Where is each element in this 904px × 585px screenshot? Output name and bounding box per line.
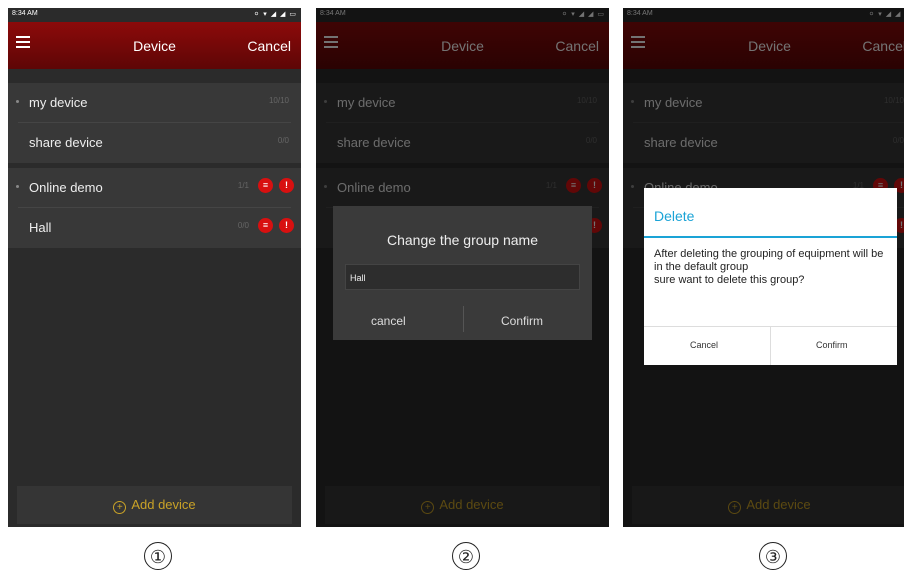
add-device-label: Add device	[131, 497, 196, 512]
delete-group-dialog: Delete After deleting the grouping of eq…	[644, 188, 897, 365]
dialog-cancel-button[interactable]: cancel	[371, 314, 406, 328]
group-count: 0/0	[277, 136, 289, 145]
status-time: 8:34 AM	[12, 10, 38, 17]
phone-screen-2: 8:34 AM ⚪ ▾ ◢ ◢ ▭ Device Cancel my devic…	[316, 8, 609, 527]
delete-group-icon[interactable]: !	[279, 218, 294, 233]
group-label: Online demo	[29, 180, 103, 195]
dialog-message: After deleting the grouping of equipment…	[654, 248, 884, 286]
step-marker-2: ②	[452, 542, 480, 570]
step-marker-3: ③	[759, 542, 787, 570]
group-label: my device	[29, 95, 88, 110]
title-underline	[644, 236, 897, 238]
edit-group-icon[interactable]: ≡	[258, 178, 273, 193]
dialog-cancel-button[interactable]: Cancel	[690, 340, 718, 350]
group-label: Hall	[29, 220, 52, 235]
dialog-title: Change the group name	[387, 232, 538, 248]
group-count: 0/0	[237, 221, 249, 230]
group-section-default: my device 10/10 share device 0/0	[8, 83, 301, 163]
dialog-confirm-button[interactable]: Confirm	[816, 340, 848, 350]
group-label: share device	[29, 135, 103, 150]
delete-group-icon[interactable]: !	[279, 178, 294, 193]
dialog-confirm-button[interactable]: Confirm	[501, 314, 543, 328]
dialog-title: Delete	[654, 208, 695, 224]
app-bar: Device Cancel	[8, 22, 301, 69]
add-circle-icon: +	[113, 501, 127, 514]
button-divider	[770, 326, 771, 365]
expand-bullet-icon	[16, 185, 19, 188]
status-icons: ⚪ ▾ ◢ ◢ ▭	[253, 11, 297, 18]
group-name-input[interactable]: Hall	[345, 264, 580, 290]
status-bar: 8:34 AM ⚪ ▾ ◢ ◢ ▭	[8, 8, 301, 22]
phone-screen-3: 8:34 AM ⚪ ▾ ◢ ◢ ▭ Device Cancel my devic…	[623, 8, 904, 527]
group-row-online-demo[interactable]: Online demo 1/1 ≡ !	[8, 168, 301, 206]
group-row-share-device[interactable]: share device 0/0	[8, 123, 301, 161]
phone-screen-1: 8:34 AM ⚪ ▾ ◢ ◢ ▭ Device Cancel my devic…	[8, 8, 301, 527]
group-row-hall[interactable]: Hall 0/0 ≡ !	[8, 208, 301, 246]
cancel-button[interactable]: Cancel	[247, 38, 291, 54]
group-count: 10/10	[268, 96, 289, 105]
rename-group-dialog: Change the group name Hall cancel Confir…	[333, 206, 592, 340]
group-count: 1/1	[237, 181, 249, 190]
edit-group-icon[interactable]: ≡	[258, 218, 273, 233]
button-divider	[463, 306, 464, 332]
step-marker-1: ①	[144, 542, 172, 570]
group-row-my-device[interactable]: my device 10/10	[8, 83, 301, 121]
expand-bullet-icon	[16, 100, 19, 103]
add-device-button[interactable]: + Add device	[17, 486, 292, 524]
group-section-custom: Online demo 1/1 ≡ ! Hall 0/0 ≡ !	[8, 168, 301, 248]
